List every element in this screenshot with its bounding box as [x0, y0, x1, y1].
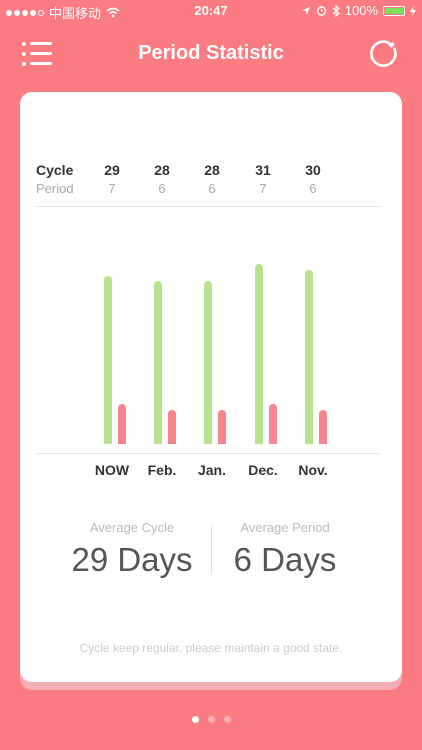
battery-icon — [383, 5, 405, 16]
cycle-label: Cycle — [36, 162, 74, 178]
cycle-value: 28 — [154, 162, 170, 178]
bluetooth-icon — [332, 4, 340, 17]
chart-baseline — [36, 453, 382, 454]
battery-percent: 100% — [344, 3, 378, 18]
page-dot[interactable] — [223, 716, 231, 723]
cycle-period-chart — [36, 232, 382, 447]
charging-bolt-icon — [410, 5, 416, 16]
month-label: NOW — [94, 462, 130, 478]
table-divider — [36, 206, 382, 207]
averages: Average Cycle 29 Days Average Period 6 D… — [20, 520, 402, 590]
status-message: Cycle keep regular, please maintain a go… — [79, 641, 343, 655]
cycle-row: Cycle 29 28 28 31 30 — [36, 162, 382, 181]
page-dot[interactable] — [191, 716, 199, 723]
period-value: 6 — [309, 181, 317, 196]
stats-table: Cycle 29 28 28 31 30 Period 7 6 6 7 6 — [36, 162, 382, 200]
app-header: Period Statistic — [0, 22, 422, 86]
period-bar — [319, 409, 327, 444]
cycle-value: 28 — [204, 162, 220, 178]
period-bar — [118, 404, 126, 444]
month-label: Feb. — [147, 462, 177, 478]
period-value: 7 — [259, 181, 267, 196]
period-value: 6 — [208, 181, 216, 196]
month-label: Jan. — [197, 462, 226, 478]
period-bar — [218, 409, 226, 444]
statistics-card: Cycle 29 28 28 31 30 Period 7 6 6 7 6 NO… — [20, 92, 402, 682]
page-dot[interactable] — [207, 716, 215, 723]
page-title: Period Statistic — [138, 42, 284, 64]
cycle-value: 29 — [104, 162, 120, 178]
location-arrow-icon — [301, 6, 310, 15]
cycle-bar — [104, 275, 112, 444]
cycle-value: 31 — [255, 162, 271, 178]
cycle-bar — [204, 281, 212, 444]
period-bar — [269, 404, 277, 444]
cycle-bar — [305, 269, 313, 444]
page-indicator[interactable] — [0, 716, 422, 723]
status-bar: 中国移动 20:47 100% — [0, 0, 422, 22]
period-label: Period — [36, 181, 74, 196]
period-value: 7 — [108, 181, 116, 196]
cycle-bar — [154, 281, 162, 444]
period-value: 6 — [158, 181, 166, 196]
refresh-heart-icon[interactable] — [368, 38, 398, 68]
cycle-bar — [255, 264, 263, 444]
period-bar — [168, 409, 176, 444]
average-period: Average Period 6 Days — [195, 520, 375, 579]
average-period-title: Average Period — [240, 520, 330, 535]
cycle-value: 30 — [305, 162, 321, 178]
month-label: Nov. — [298, 462, 328, 478]
average-period-value: 6 Days — [233, 541, 337, 578]
period-row: Period 7 6 6 7 6 — [36, 181, 382, 200]
alarm-clock-icon — [316, 6, 326, 16]
status-right: 100% — [301, 3, 416, 18]
month-label: Dec. — [248, 462, 278, 478]
